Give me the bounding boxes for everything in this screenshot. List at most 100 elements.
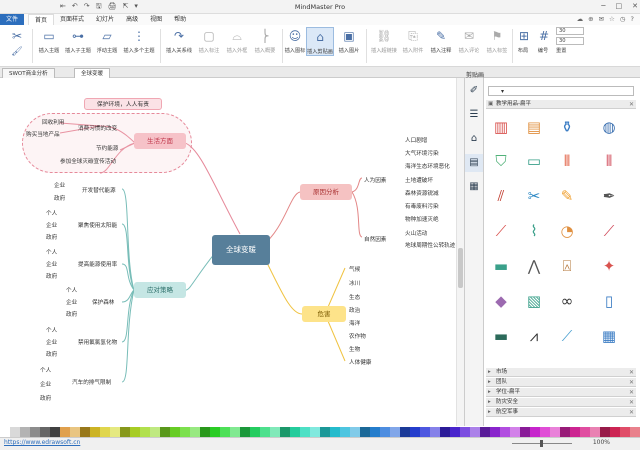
color-swatch[interactable] [470,427,480,437]
numbering-button[interactable]: # 编号 [534,27,552,54]
color-swatch[interactable] [610,427,620,437]
color-swatch[interactable] [480,427,490,437]
color-palette[interactable] [0,427,640,437]
color-swatch[interactable] [210,427,220,437]
compass-icon[interactable]: ⋀ [523,255,545,277]
color-swatch[interactable] [370,427,380,437]
color-swatch[interactable] [20,427,30,437]
strategy-group[interactable]: 汽车的排气限制 [72,378,111,386]
menu-home[interactable]: 首页 [28,13,55,26]
strategy-group[interactable]: 开发替代能源 [82,186,116,194]
cause-item[interactable]: 土地遭破坏 [405,176,433,184]
strategy-sub[interactable]: 政府 [46,272,57,280]
paintbrush-icon[interactable]: ⌇ [523,220,545,242]
color-swatch[interactable] [280,427,290,437]
strategy-sub[interactable]: 个人 [40,366,51,374]
danger-item[interactable]: 冰川 [349,279,360,287]
tag-button[interactable]: ⚑ 插入标签 [484,27,510,54]
calculator-icon[interactable]: ▦ [598,325,620,347]
red-pencil-icon[interactable]: ⟋ [490,220,512,242]
attachment-button[interactable]: ⎘ 插入附件 [400,27,426,54]
color-swatch[interactable] [390,427,400,437]
clipboard-group[interactable]: ✂ 🖌 [4,27,30,59]
strategy-group[interactable]: 保护森林 [92,298,114,306]
blackboard-icon[interactable]: ▬ [490,325,512,347]
color-swatch[interactable] [330,427,340,437]
outline-icon[interactable]: ☰ [465,106,483,124]
color-swatch[interactable] [310,427,320,437]
cause-human[interactable]: 人为因素 [364,176,386,184]
color-swatch[interactable] [320,427,330,437]
color-swatch[interactable] [600,427,610,437]
clipart-button[interactable]: ⌂ 插入剪贴画 [306,27,334,56]
color-swatch[interactable] [430,427,440,437]
color-swatch[interactable] [620,427,630,437]
danger-item[interactable]: 人体健康 [349,358,371,366]
strategy-sub[interactable]: 政府 [66,310,77,318]
life-item[interactable]: 回收利用 [42,118,64,126]
color-swatch[interactable] [10,427,20,437]
color-swatch[interactable] [560,427,570,437]
format-brush-icon[interactable]: ✐ [465,82,483,100]
menu-page-style[interactable]: 页面样式 [54,14,90,25]
scissors-icon[interactable]: ✂ [523,185,545,207]
strategy-sub[interactable]: 政府 [46,350,57,358]
icon-library-icon[interactable]: ⌂ [465,130,483,148]
tab-global-warming[interactable]: 全球变暖 [74,68,111,78]
markers-icon[interactable]: ⦀ [598,150,620,172]
strategy-group[interactable]: 提高能源使用率 [78,260,117,268]
strategy-sub[interactable]: 政府 [54,194,65,202]
layout-button[interactable]: ⊞ 布局 [514,27,532,54]
color-swatch[interactable] [590,427,600,437]
color-swatch[interactable] [350,427,360,437]
color-swatch[interactable] [380,427,390,437]
menu-view[interactable]: 视图 [144,14,168,25]
color-swatch[interactable] [50,427,60,437]
comment-button[interactable]: ✉ 插入评论 [456,27,482,54]
globe-icon[interactable]: ◍ [598,116,620,138]
color-swatch[interactable] [220,427,230,437]
color-swatch[interactable] [300,427,310,437]
chalkboard-icon[interactable]: ▬ [490,255,512,277]
strategy-sub[interactable]: 企业 [46,221,57,229]
close-icon[interactable]: ✕ [629,378,634,387]
summary-button[interactable]: ⎬ 插入概要 [252,27,278,54]
mail-icon[interactable]: ✉ [599,14,604,25]
color-swatch[interactable] [490,427,500,437]
floating-topic-button[interactable]: ▱ 浮动主题 [94,27,120,54]
color-swatch[interactable] [120,427,130,437]
easel-icon[interactable]: ⍓ [556,255,578,277]
color-swatch[interactable] [510,427,520,437]
life-item[interactable]: 消费习惯的改变 [78,124,117,132]
color-swatch[interactable] [90,427,100,437]
color-swatch[interactable] [360,427,370,437]
strategy-sub[interactable]: 个人 [66,286,77,294]
color-swatch[interactable] [110,427,120,437]
danger-item[interactable]: 生物 [349,345,360,353]
note-button[interactable]: ✎ 插入注释 [428,27,454,54]
clipart-search-input[interactable]: ▾ [488,86,634,96]
cause-item[interactable]: 森林资源锐减 [405,189,439,197]
backpack-icon[interactable]: ⛉ [490,150,512,172]
insert-icon-button[interactable]: ☺ 插入图标 [284,27,306,54]
color-swatch[interactable] [0,427,10,437]
color-swatch[interactable] [240,427,250,437]
color-swatch[interactable] [140,427,150,437]
danger-item[interactable]: 政治 [349,306,360,314]
color-swatch[interactable] [420,427,430,437]
relationship-button[interactable]: ↷ 插入关系线 [164,27,194,54]
color-swatch[interactable] [550,427,560,437]
color-swatch[interactable] [230,427,240,437]
color-swatch[interactable] [160,427,170,437]
clock-icon[interactable]: ◷ [620,14,626,25]
strategy-sub[interactable]: 企业 [66,298,77,306]
minimize-icon[interactable]: ─ [601,2,605,10]
strategy-sub[interactable]: 个人 [46,209,57,217]
pencil-icon[interactable]: ✎ [556,185,578,207]
zoom-slider[interactable] [512,440,572,447]
library-header[interactable]: ▣ 教学用品-扁平 ✕ [486,100,636,109]
color-swatch[interactable] [260,427,270,437]
cause-natural[interactable]: 自然因素 [364,235,386,243]
close-icon[interactable]: ✕ [629,368,634,377]
color-swatch[interactable] [60,427,70,437]
